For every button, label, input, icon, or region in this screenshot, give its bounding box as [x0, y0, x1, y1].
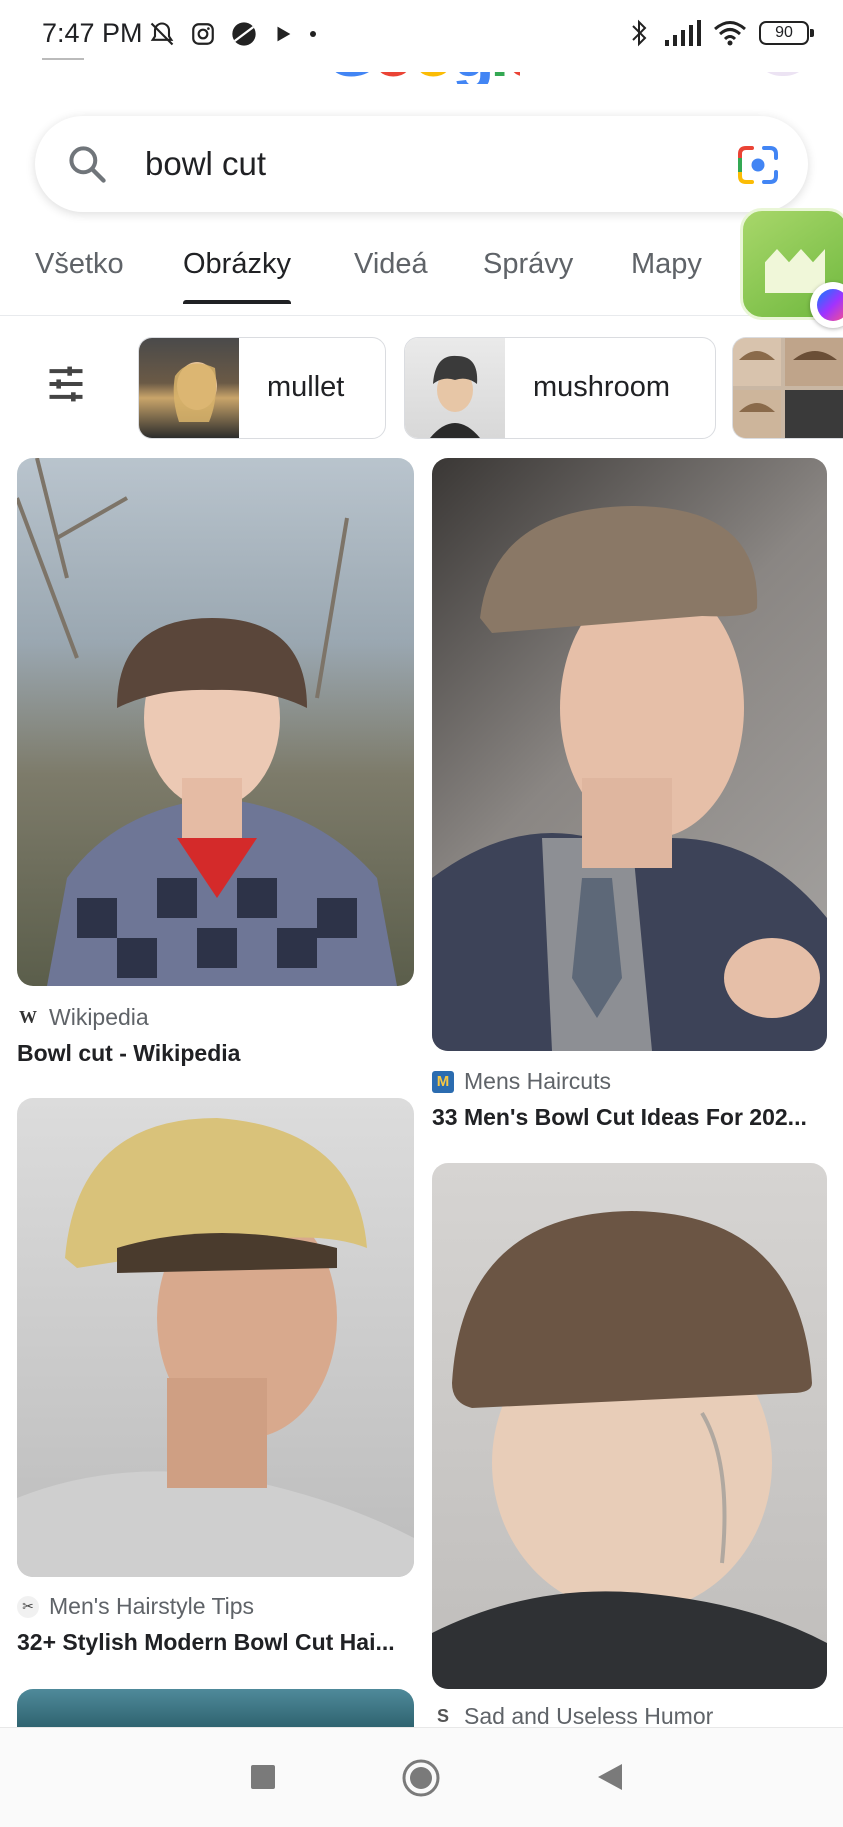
- mens-hairstyle-tips-icon: ✂: [17, 1595, 39, 1618]
- chip-label: mullet: [267, 371, 345, 403]
- sad-useless-icon: S: [436, 1706, 449, 1726]
- result-source[interactable]: M Mens Haircuts: [432, 1068, 611, 1095]
- result-image[interactable]: [432, 1163, 827, 1689]
- mens-haircuts-icon: M: [432, 1070, 454, 1093]
- search-icon[interactable]: [65, 142, 109, 186]
- result-source[interactable]: S Sad and Useless Humor: [432, 1703, 713, 1730]
- wikipedia-icon: W: [19, 1007, 37, 1027]
- source-name: Mens Haircuts: [464, 1068, 611, 1094]
- source-name: Men's Hairstyle Tips: [49, 1593, 255, 1619]
- google-lens-icon[interactable]: [736, 144, 780, 186]
- status-time: 7:47 PM: [42, 18, 143, 48]
- messenger-icon[interactable]: [810, 282, 843, 328]
- result-source[interactable]: W Wikipedia: [17, 1004, 149, 1031]
- tab-images[interactable]: Obrázky: [183, 248, 291, 304]
- chip-more[interactable]: [732, 337, 843, 439]
- status-bar: 7:47 PM 90: [0, 0, 843, 72]
- signal-icon: [665, 20, 701, 46]
- search-input[interactable]: bowl cut: [145, 145, 266, 183]
- status-right-icons: 90: [627, 18, 814, 48]
- result-title[interactable]: Bowl cut - Wikipedia: [17, 1040, 240, 1067]
- status-left-icons: [148, 20, 318, 48]
- result-image[interactable]: [17, 1098, 414, 1577]
- circle-app-icon: [232, 22, 256, 46]
- result-title[interactable]: 33 Men's Bowl Cut Ideas For 202...: [432, 1104, 807, 1131]
- tab-all[interactable]: Všetko: [35, 248, 124, 304]
- search-bar[interactable]: bowl cut: [35, 116, 808, 212]
- source-name: Wikipedia: [49, 1004, 149, 1030]
- result-source[interactable]: ✂ Men's Hairstyle Tips: [17, 1593, 254, 1620]
- game-character-icon: [765, 249, 825, 293]
- home-button[interactable]: [401, 1758, 441, 1798]
- collage-thumbnail: [733, 338, 843, 438]
- filter-tune-icon[interactable]: [44, 362, 88, 406]
- mute-bell-icon: [150, 22, 174, 46]
- mushroom-thumbnail: [405, 338, 505, 438]
- mullet-thumbnail: [139, 338, 239, 438]
- chip-mullet[interactable]: mullet: [138, 337, 386, 439]
- source-name: Sad and Useless Humor: [464, 1703, 714, 1729]
- instagram-icon: [192, 23, 214, 45]
- status-underline: [42, 58, 84, 60]
- bluetooth-icon: [632, 19, 647, 47]
- back-button[interactable]: [596, 1762, 624, 1792]
- tab-videos[interactable]: Videá: [354, 248, 428, 304]
- play-icon: [277, 26, 291, 42]
- tab-news[interactable]: Správy: [483, 248, 573, 304]
- result-title[interactable]: 32+ Stylish Modern Bowl Cut Hai...: [17, 1629, 395, 1656]
- battery-icon: 90: [759, 21, 814, 45]
- recent-apps-button[interactable]: [250, 1764, 276, 1790]
- result-image[interactable]: [17, 458, 414, 986]
- wifi-icon: [714, 21, 746, 46]
- tab-maps[interactable]: Mapy: [631, 248, 702, 304]
- search-tabs: Všetko Obrázky Videá Správy Mapy: [0, 236, 843, 316]
- result-image[interactable]: [17, 1689, 414, 1727]
- result-image[interactable]: [432, 458, 827, 1051]
- android-nav-bar: [0, 1727, 843, 1827]
- dot-icon: [310, 31, 316, 37]
- chip-mushroom[interactable]: mushroom: [404, 337, 716, 439]
- chip-label: mushroom: [533, 371, 670, 403]
